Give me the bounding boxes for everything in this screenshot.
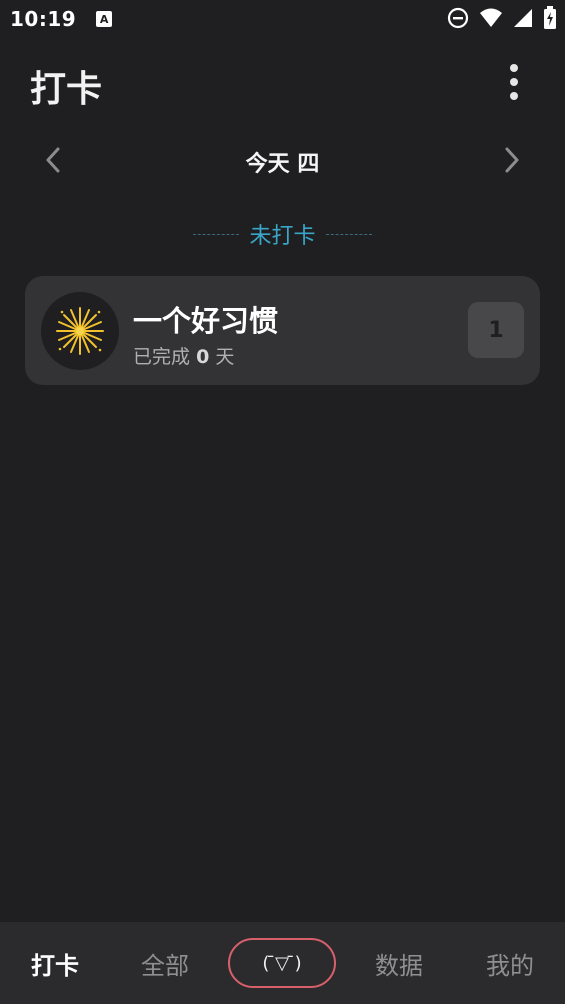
tab-all[interactable]: 全部 (110, 922, 220, 1004)
habit-name: 一个好习惯 (133, 304, 279, 338)
progress-prefix: 已完成 (133, 346, 191, 368)
more-vertical-icon (510, 64, 518, 72)
section-label: 未打卡 (249, 224, 316, 249)
section-header: 未打卡 (0, 218, 565, 250)
status-icons (447, 6, 557, 30)
tab-data[interactable]: 数据 (344, 922, 454, 1004)
notification-app-icon: A (96, 11, 113, 27)
date-navigator: 今天 四 (0, 140, 565, 180)
habit-avatar (41, 292, 119, 370)
divider (325, 233, 372, 235)
status-bar: 10:19 A (0, 0, 565, 38)
do-not-disturb-icon (447, 7, 469, 29)
battery-charging-icon (543, 6, 557, 30)
chevron-right-icon (505, 147, 519, 173)
progress-suffix: 天 (215, 346, 235, 368)
divider (193, 233, 240, 235)
next-day-button[interactable] (497, 144, 527, 176)
wifi-icon (479, 7, 503, 29)
signal-icon (513, 7, 533, 29)
status-time: 10:19 (10, 7, 77, 31)
date-label: 今天 四 (245, 152, 320, 177)
more-options-button[interactable] (507, 64, 521, 100)
habit-card[interactable]: 一个好习惯 已完成 0 天 1 (25, 276, 540, 385)
habit-progress: 已完成 0 天 (133, 342, 234, 369)
tab-center-emoticon[interactable]: ( ̄▽ ̄) (228, 938, 336, 988)
bottom-navigation: 打卡 全部 ( ̄▽ ̄) 数据 我的 (0, 922, 565, 1004)
checkin-count-button[interactable]: 1 (468, 302, 524, 358)
progress-days: 0 (196, 346, 210, 368)
tab-checkin[interactable]: 打卡 (0, 922, 110, 1004)
tab-mine[interactable]: 我的 (455, 922, 565, 1004)
sparkle-icon (56, 307, 104, 355)
page-title: 打卡 (30, 69, 103, 110)
